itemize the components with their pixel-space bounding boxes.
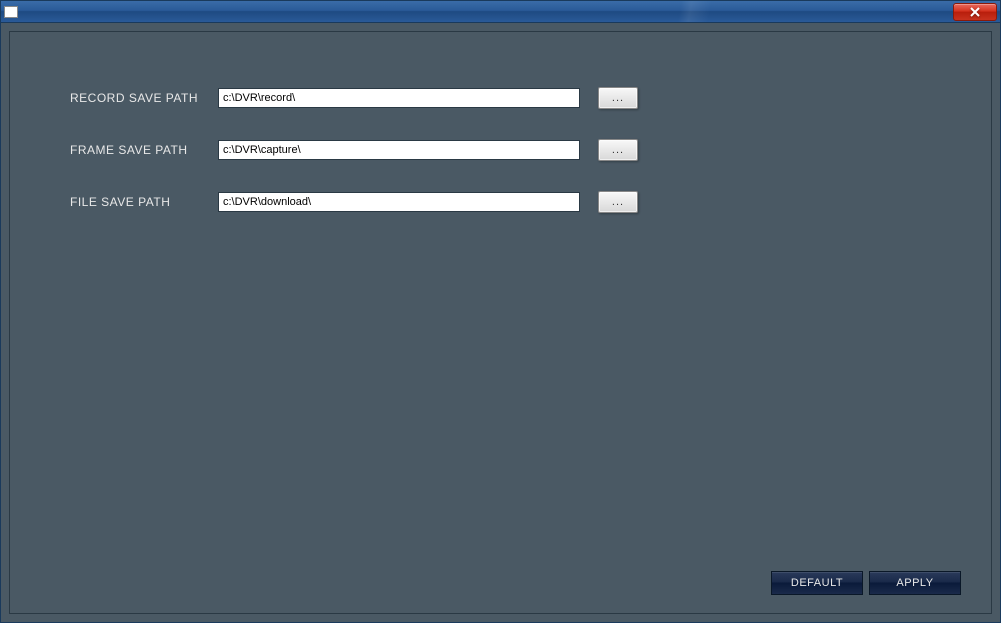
file-path-browse-button[interactable]: ... [598,191,638,213]
record-path-row: RECORD SAVE PATH ... [70,87,991,109]
settings-window: RECORD SAVE PATH ... FRAME SAVE PATH ...… [0,0,1001,623]
frame-path-label: FRAME SAVE PATH [70,143,218,157]
close-button[interactable] [953,3,997,21]
action-bar: DEFAULT APPLY [771,571,961,595]
default-button[interactable]: DEFAULT [771,571,863,595]
file-path-input[interactable] [218,192,580,212]
file-path-row: FILE SAVE PATH ... [70,191,991,213]
content-area: RECORD SAVE PATH ... FRAME SAVE PATH ...… [1,23,1000,622]
frame-path-input[interactable] [218,140,580,160]
record-path-browse-button[interactable]: ... [598,87,638,109]
frame-path-browse-button[interactable]: ... [598,139,638,161]
close-icon [969,7,981,17]
titlebar[interactable] [1,1,1000,23]
record-path-label: RECORD SAVE PATH [70,91,218,105]
apply-button[interactable]: APPLY [869,571,961,595]
record-path-input[interactable] [218,88,580,108]
settings-panel: RECORD SAVE PATH ... FRAME SAVE PATH ...… [9,31,992,614]
frame-path-row: FRAME SAVE PATH ... [70,139,991,161]
window-icon [4,6,18,18]
file-path-label: FILE SAVE PATH [70,195,218,209]
